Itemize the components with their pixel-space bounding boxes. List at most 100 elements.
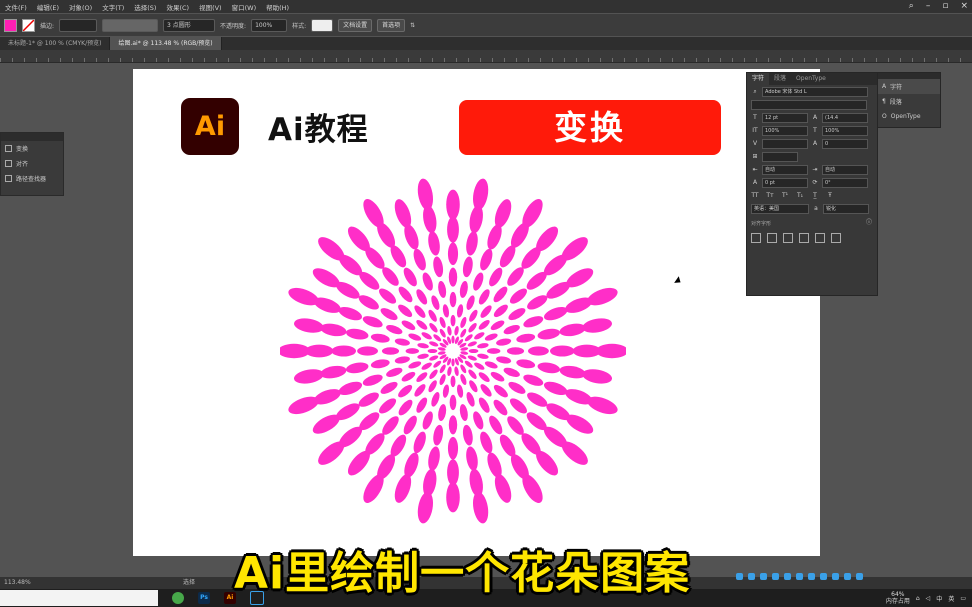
menu-item[interactable]: 选择(S) bbox=[129, 2, 161, 12]
tray-icon-1[interactable] bbox=[736, 573, 743, 580]
style-dropdown[interactable] bbox=[311, 18, 334, 32]
menu-item[interactable]: 文件(F) bbox=[0, 2, 32, 12]
tray-icon-3[interactable] bbox=[760, 573, 767, 580]
taskbar-search[interactable] bbox=[0, 590, 158, 606]
petal bbox=[486, 348, 501, 354]
tab-character[interactable]: 字符 bbox=[747, 73, 770, 85]
antialias-dropdown[interactable]: 锐化 bbox=[823, 203, 869, 214]
volume-icon[interactable]: ◁ bbox=[926, 595, 931, 602]
network-icon[interactable]: ⌂ bbox=[916, 595, 920, 602]
petal bbox=[381, 347, 400, 355]
petal bbox=[446, 189, 460, 220]
stroke-swatch[interactable] bbox=[22, 18, 35, 32]
notification-icon[interactable]: ▭ bbox=[960, 595, 966, 602]
dock-item-character[interactable]: A 字符 bbox=[878, 79, 940, 94]
underline-icon[interactable]: T̲ bbox=[811, 192, 819, 200]
memory-percent: 64% bbox=[891, 591, 905, 598]
arrange-icon[interactable]: ⇅ bbox=[410, 22, 415, 29]
font-family-dropdown[interactable]: Adobe 宋体 Std L bbox=[762, 86, 868, 97]
subscript-icon[interactable]: T₁ bbox=[796, 192, 804, 200]
menu-item[interactable]: 帮助(H) bbox=[261, 2, 294, 12]
petal bbox=[386, 325, 403, 335]
petal bbox=[280, 343, 310, 359]
panel-item-align[interactable]: 对齐 bbox=[1, 156, 63, 171]
vertical-scale-input[interactable]: 100% bbox=[762, 125, 808, 136]
tray-icon-11[interactable] bbox=[856, 573, 863, 580]
ime-indicator[interactable]: 中 bbox=[936, 594, 942, 603]
aki-left-dropdown[interactable]: 自动 bbox=[762, 164, 808, 175]
language-dropdown[interactable]: 英语：美国 bbox=[751, 203, 809, 214]
menu-item[interactable]: 视图(V) bbox=[194, 2, 227, 12]
menu-item[interactable]: 文字(T) bbox=[97, 2, 129, 12]
font-style-dropdown[interactable] bbox=[751, 99, 867, 110]
tray-icon-2[interactable] bbox=[748, 573, 755, 580]
panel-header[interactable] bbox=[1, 133, 63, 141]
leading-input[interactable]: (14.4 bbox=[822, 112, 868, 123]
glyph-snap-icon-3[interactable] bbox=[783, 232, 793, 243]
petal bbox=[472, 491, 489, 524]
superscript-icon[interactable]: T¹ bbox=[781, 192, 789, 200]
opacity-input[interactable]: 100% bbox=[251, 18, 288, 32]
tray-icon-9[interactable] bbox=[832, 573, 839, 580]
font-size-input[interactable]: 12 pt bbox=[762, 112, 808, 123]
tab-opentype[interactable]: OpenType bbox=[791, 73, 831, 85]
panel-item-pathfinder[interactable]: 路径查找器 bbox=[1, 171, 63, 186]
tray-icon-8[interactable] bbox=[820, 573, 827, 580]
petal bbox=[428, 446, 440, 471]
search-icon[interactable]: ⌕ bbox=[909, 1, 914, 11]
glyph-snap-icon-1[interactable] bbox=[751, 232, 761, 243]
dock-item-paragraph[interactable]: ¶ 段落 bbox=[878, 94, 940, 109]
panel-item-label: 路径查找器 bbox=[16, 176, 47, 183]
menu-item[interactable]: 窗口(W) bbox=[227, 2, 262, 12]
rotation-input[interactable]: 0° bbox=[822, 177, 868, 188]
glyph-snap-icon-4[interactable] bbox=[799, 232, 809, 243]
tray-icon-6[interactable] bbox=[796, 573, 803, 580]
tray-icon-7[interactable] bbox=[808, 573, 815, 580]
fill-swatch[interactable] bbox=[4, 18, 17, 32]
aki-right-dropdown[interactable]: 自动 bbox=[822, 164, 868, 175]
tsume-input[interactable] bbox=[762, 151, 798, 162]
close-button[interactable]: × bbox=[960, 1, 968, 11]
menu-item[interactable]: 编辑(E) bbox=[32, 2, 64, 12]
current-tool: 选择 bbox=[182, 579, 195, 586]
strikethrough-icon[interactable]: Ŧ bbox=[826, 192, 834, 200]
glyph-snap-icon-5[interactable] bbox=[815, 232, 825, 243]
variable-width-dropdown[interactable] bbox=[102, 18, 159, 32]
petal bbox=[490, 371, 505, 382]
horizontal-scale-input[interactable]: 100% bbox=[822, 125, 868, 136]
petal bbox=[370, 333, 390, 343]
petal bbox=[422, 272, 433, 291]
tab-paragraph[interactable]: 段落 bbox=[769, 73, 791, 85]
font-size-icon: T bbox=[753, 113, 757, 121]
preferences-button[interactable]: 首选项 bbox=[377, 18, 406, 32]
language-indicator[interactable]: 英 bbox=[948, 594, 954, 603]
stroke-weight-dropdown[interactable] bbox=[59, 18, 98, 32]
tray-icon-5[interactable] bbox=[784, 573, 791, 580]
dock-item-opentype[interactable]: O OpenType bbox=[878, 109, 940, 124]
all-caps-icon[interactable]: TT bbox=[751, 192, 759, 200]
photoshop-icon[interactable]: Ps bbox=[198, 592, 210, 604]
tab-untitled[interactable]: 未标题-1* @ 100 % (CMYK/预览) bbox=[0, 37, 111, 50]
baseline-shift-input[interactable]: 0 pt bbox=[762, 177, 808, 188]
menu-item[interactable]: 效果(C) bbox=[161, 2, 194, 12]
tray-icon-10[interactable] bbox=[844, 573, 851, 580]
small-caps-icon[interactable]: Tт bbox=[766, 192, 774, 200]
memory-widget[interactable]: 64% 内存占用 bbox=[886, 591, 910, 605]
glyph-snap-icon-2[interactable] bbox=[767, 232, 777, 243]
info-icon[interactable]: ⓘ bbox=[865, 219, 873, 227]
zoom-readout[interactable]: 113.48% bbox=[0, 579, 31, 586]
minimize-button[interactable]: – bbox=[926, 1, 931, 11]
menu-item[interactable]: 对象(O) bbox=[64, 2, 97, 12]
glyph-snap-icon-6[interactable] bbox=[831, 232, 841, 243]
panel-item-transform[interactable]: 变换 bbox=[1, 141, 63, 156]
petal bbox=[346, 328, 369, 340]
kerning-input[interactable] bbox=[762, 138, 808, 149]
maximize-button[interactable]: ▫ bbox=[942, 1, 948, 11]
document-setup-button[interactable]: 文档设置 bbox=[338, 18, 373, 32]
brush-dropdown[interactable]: 3 点圆形 bbox=[163, 18, 216, 32]
tracking-input[interactable]: 0 bbox=[822, 138, 868, 149]
tray-icon-4[interactable] bbox=[772, 573, 779, 580]
tab-drawing[interactable]: 绘图.ai* @ 113.48 % (RGB/预览) bbox=[110, 37, 222, 50]
browser-icon[interactable] bbox=[172, 592, 184, 604]
petal bbox=[489, 415, 503, 435]
